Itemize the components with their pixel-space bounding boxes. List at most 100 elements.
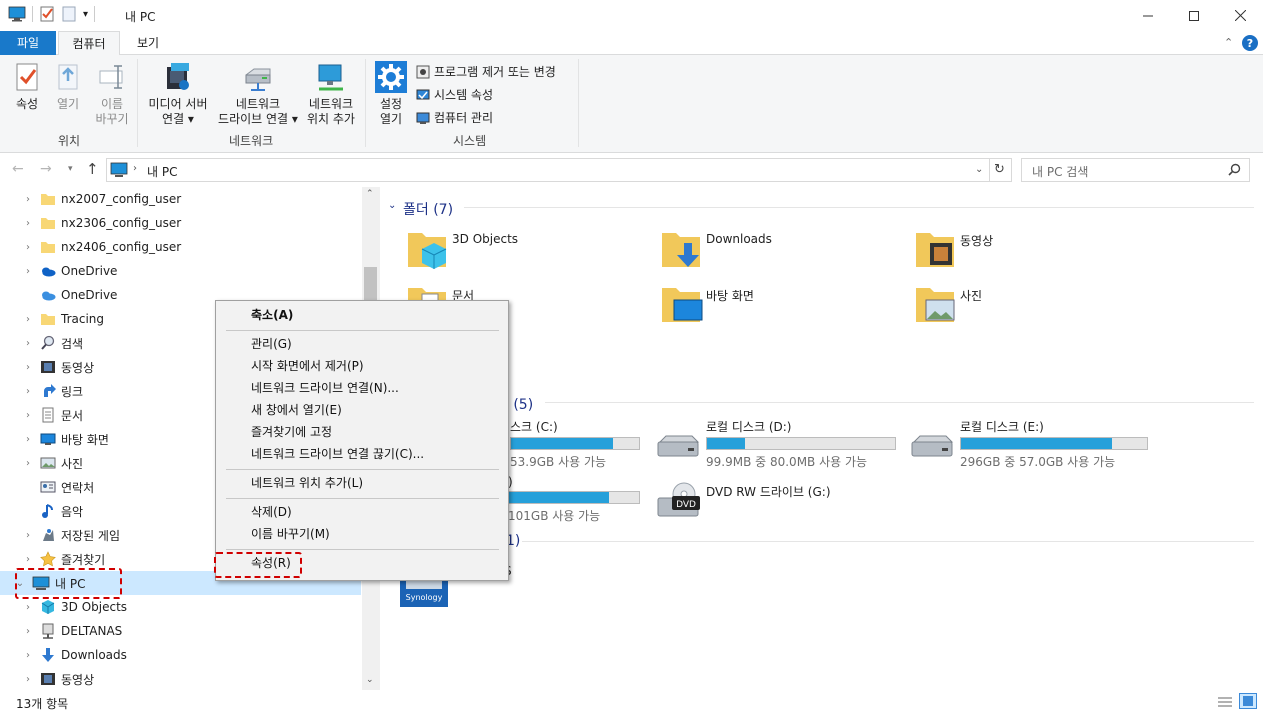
menu-item-rename[interactable]: 이름 바꾸기(M) [218,523,506,545]
nav-label: nx2306_config_user [61,216,182,230]
expand-chevron-icon[interactable]: › [22,362,34,373]
refresh-button[interactable]: ↻ [990,158,1012,182]
properties-qat-icon[interactable] [39,6,55,22]
address-bar[interactable]: › 내 PC ⌄ [106,158,990,182]
expand-chevron-icon[interactable]: › [22,602,34,613]
menu-item-map-network-drive[interactable]: 네트워크 드라이브 연결(N)... [218,377,506,399]
expand-chevron-icon[interactable]: › [22,266,34,277]
folder-item-downloads[interactable]: Downloads [660,227,772,271]
collapse-ribbon-icon[interactable]: ⌃ [1224,36,1233,49]
recent-locations-chevron-icon[interactable]: ▾ [68,164,73,174]
drive-usage-bar [508,491,640,504]
expand-chevron-icon[interactable]: › [22,386,34,397]
media-server-button[interactable]: 미디어 서버 연결 ▾ [143,61,213,127]
breadcrumb-current[interactable]: 내 PC [147,163,177,180]
folder-item-3d-objects[interactable]: 3D Objects [406,227,518,271]
menu-item-open-new-window[interactable]: 새 창에서 열기(E) [218,399,506,421]
open-settings-button[interactable]: 설정 열기 [372,61,410,127]
group-location-label: 위치 [58,134,81,148]
details-view-icon[interactable] [1217,695,1233,709]
qat-dropdown-icon[interactable]: ▾ [83,9,88,20]
expand-chevron-icon[interactable]: › [22,338,34,349]
folder-item-desktop[interactable]: 바탕 화면 [660,282,754,326]
scroll-up-icon[interactable]: ⌃ [366,189,374,199]
expand-chevron-icon[interactable]: › [22,410,34,421]
map-network-drive-button[interactable]: 네트워크 드라이브 연결 ▾ [214,61,302,127]
folder-item-videos[interactable]: 동영상 [914,227,993,271]
drive-f[interactable]: ) 101GB 사용 가능 [508,475,640,524]
open-button[interactable]: 열기 [50,61,86,112]
nav-label: nx2007_config_user [61,192,182,206]
nav-item-nx2007[interactable]: › nx2007_config_user [0,187,361,211]
add-network-location-button[interactable]: 네트워크 위치 추가 [303,61,359,127]
program-icon [416,65,430,79]
uninstall-program-button[interactable]: 프로그램 제거 또는 변경 [416,63,556,80]
minimize-button[interactable] [1125,0,1171,31]
nav-item-nx2306[interactable]: › nx2306_config_user [0,211,361,235]
drive-dvd[interactable]: DVD DVD RW 드라이브 (G:) [656,482,831,520]
drive-info: 53.9GB 사용 가능 [510,455,607,469]
menu-item-pin-favorites[interactable]: 즐겨찾기에 고정 [218,421,506,443]
expand-chevron-icon[interactable]: › [22,434,34,445]
expand-chevron-icon[interactable]: › [22,242,34,253]
up-arrow-icon[interactable]: ↑ [86,160,99,178]
tab-view[interactable]: 보기 [124,31,172,55]
star-icon [40,551,56,567]
section-collapse-icon[interactable]: ⌄ [388,200,396,211]
rename-button[interactable]: 이름 바꾸기 [92,61,132,127]
tab-file[interactable]: 파일 [0,31,56,55]
expand-chevron-icon[interactable]: › [22,314,34,325]
drive-label: ) [508,475,513,489]
menu-item-collapse[interactable]: 축소(A) [218,304,506,326]
maximize-button[interactable] [1171,0,1217,31]
forward-arrow-icon[interactable]: → [40,161,52,177]
menu-item-delete[interactable]: 삭제(D) [218,501,506,523]
nav-item-downloads[interactable]: › Downloads [0,643,361,667]
tab-computer[interactable]: 컴퓨터 [58,31,120,56]
menu-item-unpin-start[interactable]: 시작 화면에서 제거(P) [218,355,506,377]
close-button[interactable] [1217,0,1263,31]
expand-chevron-icon[interactable]: › [22,458,34,469]
menu-item-manage[interactable]: 관리(G) [218,333,506,355]
menu-item-add-network-location[interactable]: 네트워크 위치 추가(L) [218,472,506,494]
folder-item-pictures[interactable]: 사진 [914,282,982,326]
system-properties-button[interactable]: 시스템 속성 [416,86,493,103]
search-icon[interactable] [1228,163,1241,176]
media-server-label-line1: 미디어 서버 [148,97,208,111]
expand-chevron-icon[interactable]: › [22,650,34,661]
drive-c[interactable]: 스크 (C:) 53.9GB 사용 가능 [510,418,640,470]
nav-item-nx2406[interactable]: › nx2406_config_user [0,235,361,259]
nav-label: 바탕 화면 [61,432,109,447]
folders-section-header[interactable]: 폴더 (7) [403,199,453,219]
breadcrumb-chevron-icon[interactable]: › [133,163,137,174]
properties-highlight [214,552,302,578]
settings-gear-icon [375,61,407,93]
new-folder-qat-icon[interactable] [61,6,77,22]
menu-item-disconnect-network-drive[interactable]: 네트워크 드라이브 연결 끊기(C)... [218,443,506,465]
ribbon: 속성 열기 이름 바꾸기 위치 미디어 서버 연결 ▾ 네트워크 드라이브 연결… [0,55,1263,153]
expand-chevron-icon[interactable]: › [22,530,34,541]
help-icon[interactable]: ? [1242,35,1258,51]
properties-button[interactable]: 속성 [8,61,46,112]
search-box[interactable]: 내 PC 검색 [1021,158,1250,182]
large-icons-view-icon[interactable] [1239,693,1257,709]
expand-chevron-icon[interactable]: › [22,626,34,637]
drive-e[interactable]: 로컬 디스크 (E:) 296GB 중 57.0GB 사용 가능 [910,418,1148,470]
expand-chevron-icon[interactable]: › [22,218,34,229]
address-dropdown-icon[interactable]: ⌄ [975,164,983,175]
nav-label: 동영상 [61,360,95,375]
folder-videos-icon [914,227,960,271]
expand-chevron-icon[interactable]: › [22,194,34,205]
computer-management-button[interactable]: 컴퓨터 관리 [416,109,493,126]
cube-3d-icon [40,599,56,615]
back-arrow-icon[interactable]: ← [12,161,24,177]
expand-chevron-icon[interactable]: › [22,554,34,565]
drive-usage-bar [706,437,896,450]
nav-item-onedrive[interactable]: › OneDrive [0,259,361,283]
nav-item-videos-2[interactable]: › 동영상 [0,667,361,691]
expand-chevron-icon[interactable]: › [22,674,34,685]
game-piece-icon [40,527,56,543]
drive-d[interactable]: 로컬 디스크 (D:) 99.9MB 중 80.0MB 사용 가능 [656,418,896,470]
nav-item-deltanas[interactable]: › DELTANAS [0,619,361,643]
scroll-down-icon[interactable]: ⌄ [366,675,374,685]
